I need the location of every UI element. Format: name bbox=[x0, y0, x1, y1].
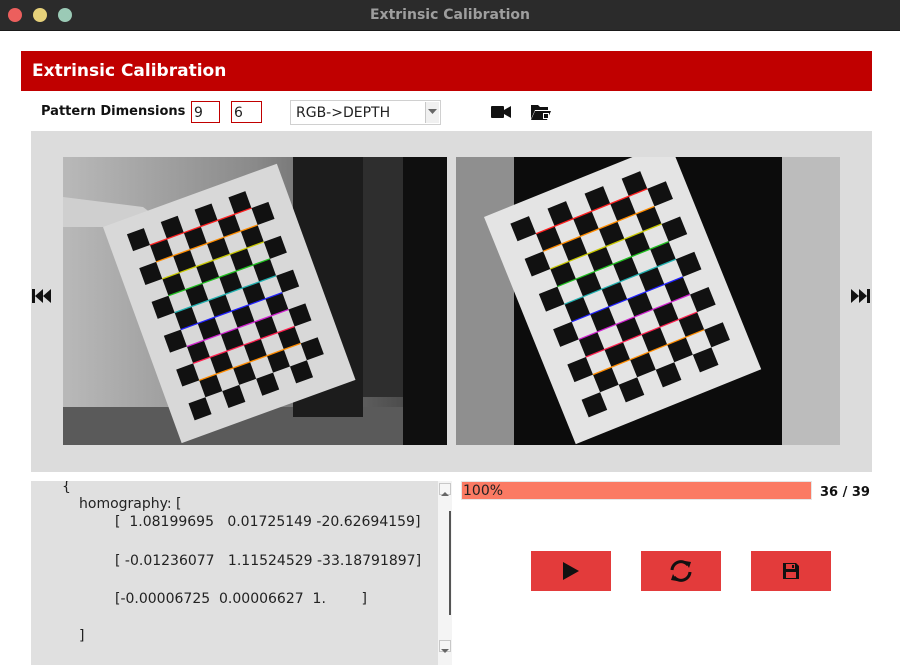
play-button[interactable] bbox=[531, 551, 611, 591]
skip-back-icon[interactable] bbox=[31, 287, 53, 305]
save-button[interactable] bbox=[751, 551, 831, 591]
output-line: { bbox=[62, 481, 71, 495]
output-line: ] bbox=[79, 628, 85, 644]
page-title: Extrinsic Calibration bbox=[32, 61, 227, 81]
pattern-dimensions-label: Pattern Dimensions bbox=[41, 104, 186, 119]
progress-percent: 100% bbox=[463, 483, 504, 499]
scrollbar-thumb[interactable] bbox=[449, 511, 451, 615]
play-icon bbox=[563, 562, 579, 580]
output-line: [ 1.08199695 0.01725149 -20.62694159] bbox=[115, 514, 421, 530]
window-titlebar: Extrinsic Calibration bbox=[0, 0, 900, 31]
scroll-down-icon[interactable] bbox=[439, 640, 451, 653]
refresh-icon bbox=[670, 560, 692, 582]
window-title: Extrinsic Calibration bbox=[369, 7, 531, 23]
save-icon bbox=[783, 563, 799, 579]
header-banner: Extrinsic Calibration bbox=[21, 51, 872, 91]
rgb-camera-image bbox=[63, 157, 447, 445]
calibration-mode-select[interactable]: RGB->DEPTH bbox=[290, 100, 441, 125]
homography-output-text[interactable]: { homography: [ [ 1.08199695 0.01725149 … bbox=[31, 481, 438, 665]
reset-button[interactable] bbox=[641, 551, 721, 591]
chevron-down-icon[interactable] bbox=[425, 102, 439, 123]
output-line: [ -0.01236077 1.11524529 -33.18791897] bbox=[115, 553, 422, 569]
output-line: homography: [ bbox=[79, 496, 182, 512]
image-count: 36 / 39 bbox=[820, 485, 870, 500]
depth-camera-image bbox=[456, 142, 840, 445]
progress-fill bbox=[462, 482, 811, 499]
scroll-up-icon[interactable] bbox=[439, 483, 451, 496]
folder-open-icon[interactable] bbox=[530, 102, 552, 122]
skip-forward-icon[interactable] bbox=[849, 287, 871, 305]
pattern-rows-input[interactable] bbox=[231, 101, 262, 123]
progress-bar: 100% bbox=[461, 481, 812, 500]
image-panel bbox=[31, 131, 872, 472]
video-camera-icon[interactable] bbox=[490, 102, 512, 122]
output-line: [-0.00006725 0.00006627 1. ] bbox=[115, 591, 367, 607]
mode-selected-value: RGB->DEPTH bbox=[296, 105, 391, 121]
output-scrollbar[interactable] bbox=[438, 481, 452, 665]
pattern-cols-input[interactable] bbox=[191, 101, 220, 123]
